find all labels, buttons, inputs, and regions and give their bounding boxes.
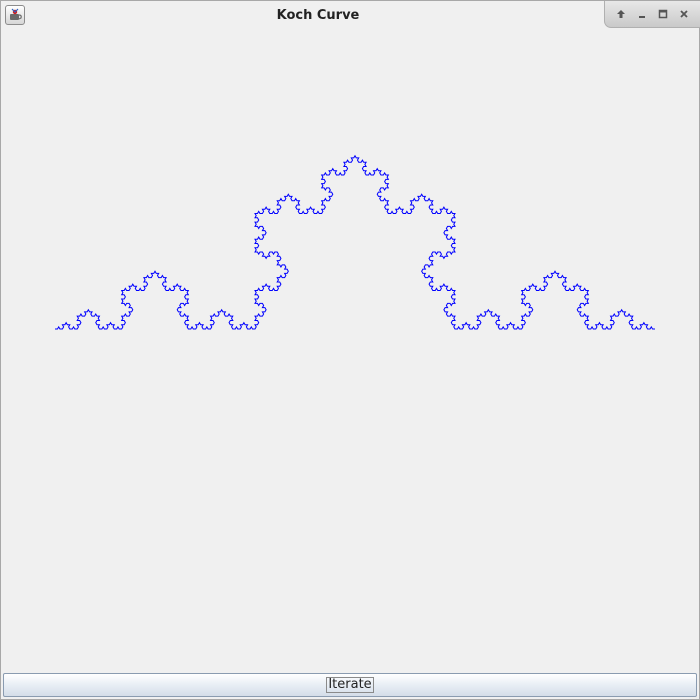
koch-curve-path <box>55 154 655 330</box>
window-title: Koch Curve <box>276 8 360 23</box>
drawing-canvas <box>1 29 699 671</box>
window-controls <box>604 1 700 28</box>
iterate-button[interactable]: Iterate <box>3 673 697 697</box>
iterate-button-label: Iterate <box>326 677 374 693</box>
app-window: Koch Curve Iterate <box>0 0 700 700</box>
koch-curve-drawing <box>55 154 655 330</box>
minimize-icon[interactable] <box>634 6 650 22</box>
close-icon[interactable] <box>676 6 692 22</box>
title-bar[interactable]: Koch Curve <box>1 1 700 29</box>
shade-up-icon[interactable] <box>613 6 629 22</box>
maximize-icon[interactable] <box>655 6 671 22</box>
